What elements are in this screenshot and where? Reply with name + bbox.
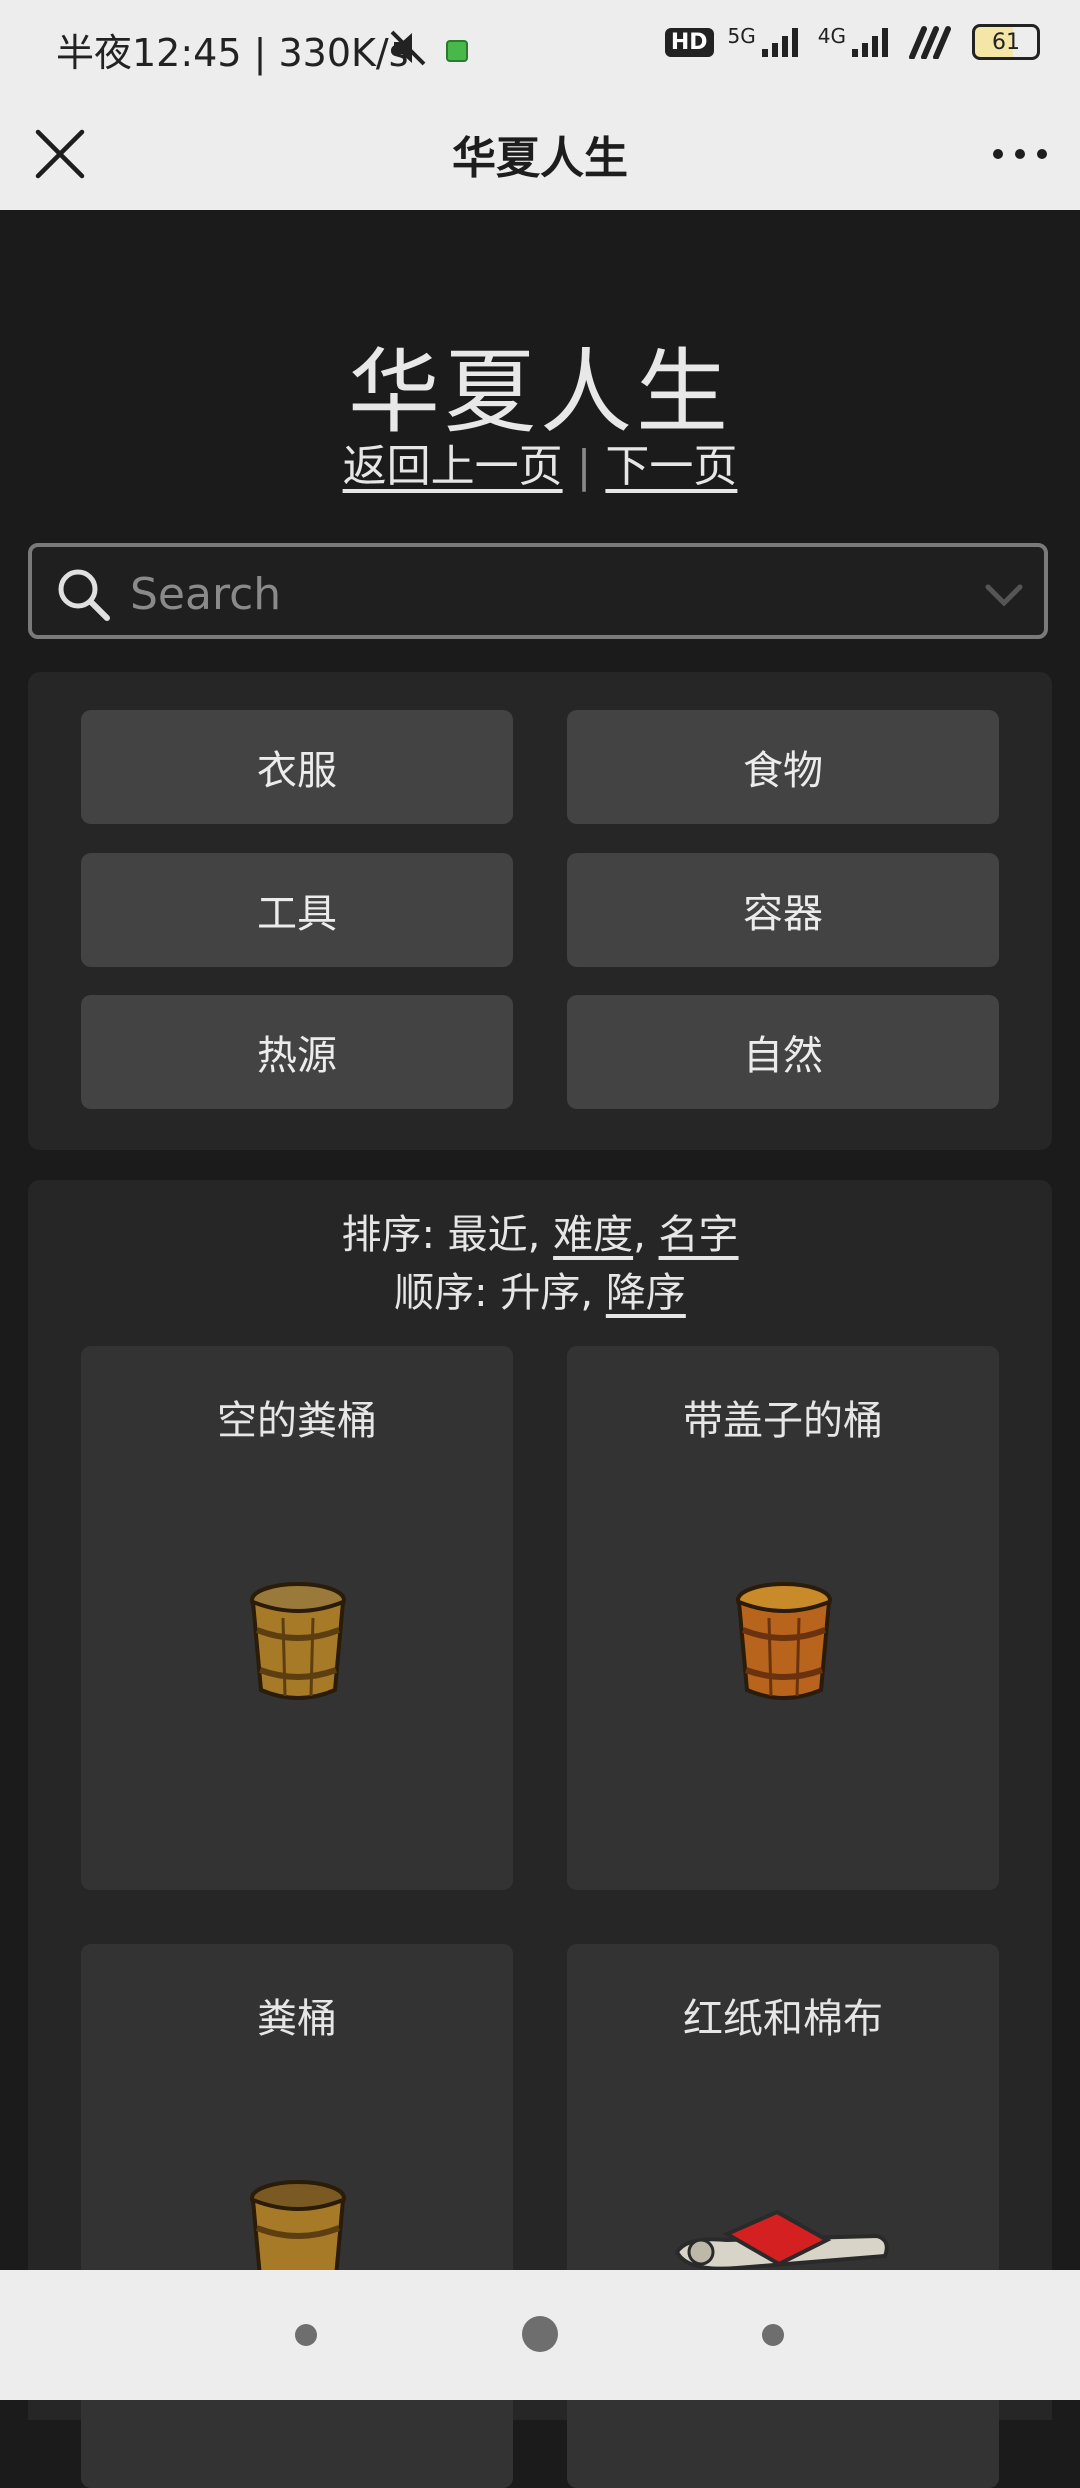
category-button-clothing[interactable]: 衣服 [81,710,513,824]
app-bar-title: 华夏人生 [452,133,628,184]
wifi-icon [909,26,951,59]
category-button-containers[interactable]: 容器 [567,853,999,967]
category-button-food[interactable]: 食物 [567,710,999,824]
item-card-red-paper-and-cloth[interactable]: 红纸和棉布 [567,1944,999,2488]
item-card-title: 带盖子的桶 [683,1398,883,1444]
sort-name-link[interactable]: 名字 [659,1212,739,1258]
hd-badge: HD [664,27,714,57]
lidded-bucket-icon [736,1582,832,1700]
status-bar: 半夜12:45 | 330K/s HD 5G 4G 61 [0,0,1080,100]
search-box[interactable] [28,543,1048,639]
sort-comma: , [633,1212,646,1258]
back-link[interactable]: 返回上一页 [343,441,563,492]
mute-icon [390,30,426,66]
item-card-dung-bucket[interactable]: 粪桶 [81,1944,513,2488]
order-ascending: 升序, [500,1270,594,1316]
status-time: 半夜12:45 | 330K/s [56,31,409,75]
category-panel: 衣服 食物 工具 容器 热源 自然 [28,672,1052,1150]
results-panel: 排序: 最近, 难度, 名字 顺序: 升序, 降序 空的粪桶 带盖子的桶 粪桶 … [28,1180,1052,2488]
item-card-lidded-bucket[interactable]: 带盖子的桶 [567,1346,999,1890]
signal-icon-2 [852,28,888,57]
signal-icon [761,28,798,57]
system-nav-bar [0,2270,1080,2400]
notification-dot-icon [446,40,468,62]
status-icons: HD 5G 4G 61 [664,24,1040,60]
order-label: 顺序: [394,1270,488,1316]
category-button-nature[interactable]: 自然 [567,995,999,1109]
chevron-down-icon[interactable] [984,577,1024,613]
more-options-icon[interactable] [988,122,1052,186]
category-button-tools[interactable]: 工具 [81,853,513,967]
sort-label: 排序: [341,1212,435,1258]
next-link[interactable]: 下一页 [605,441,737,492]
category-button-heat[interactable]: 热源 [81,995,513,1109]
order-descending-link[interactable]: 降序 [606,1270,686,1316]
nav-back-button[interactable] [762,2324,784,2346]
order-line: 顺序: 升序, 降序 [28,1260,1052,1318]
nav-recent-button[interactable] [295,2324,317,2346]
item-card-title: 粪桶 [257,1996,337,2042]
network-4g-label: 4G [817,24,846,48]
search-icon [58,569,110,621]
item-card-title: 红纸和棉布 [683,1996,883,2042]
network-5g-label: 5G [727,24,756,48]
page-nav-links: 返回上一页 | 下一页 [0,430,1080,494]
app-bar: 华夏人生 [0,100,1080,210]
wooden-bucket-icon [250,1582,346,1700]
nav-separator: | [576,441,592,492]
item-card-empty-dung-bucket[interactable]: 空的粪桶 [81,1346,513,1890]
item-card-title: 空的粪桶 [217,1398,377,1444]
nav-home-button[interactable] [522,2316,558,2352]
sort-difficulty-link[interactable]: 难度 [553,1212,633,1258]
battery-icon: 61 [972,24,1040,60]
sort-line: 排序: 最近, 难度, 名字 [28,1202,1052,1260]
search-input[interactable] [128,563,952,625]
sort-recent: 最近, [447,1212,541,1258]
